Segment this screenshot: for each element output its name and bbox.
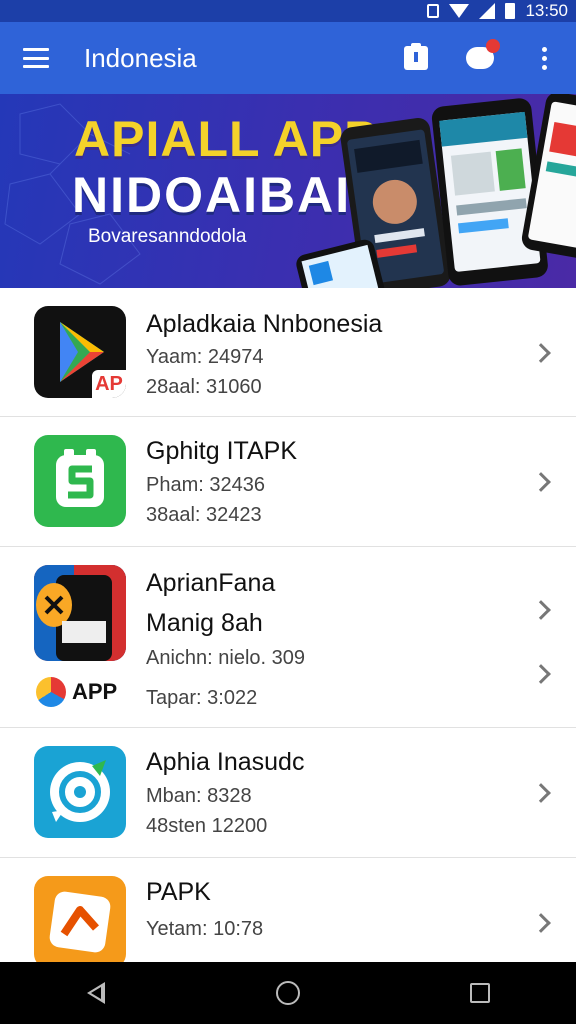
recents-button[interactable] — [440, 962, 520, 1024]
app-meta-1: Mban: 8328 — [146, 785, 252, 807]
app-meta-1: Pham: 32436 — [146, 474, 265, 496]
app-meta-2: 28aal: 31060 — [146, 376, 262, 398]
more-options-icon — [541, 46, 547, 70]
recents-icon — [470, 983, 490, 1003]
app-title: PAPK — [146, 878, 211, 906]
list-item[interactable]: AP Apladkaia Nnbonesia Yaam: 24974 28aal… — [0, 288, 576, 417]
back-icon — [87, 982, 105, 1004]
list-item[interactable]: Gphitg ITAPK Pham: 32436 38aal: 32423 — [0, 417, 576, 547]
hamburger-menu-icon — [23, 48, 49, 68]
app-brand-label: APP — [72, 679, 118, 704]
app-title: Aphia Inasudc — [146, 748, 305, 776]
app-meta-2: 48sten 12200 — [146, 815, 268, 837]
clipboard-icon — [404, 43, 428, 70]
chevron-right-icon — [531, 913, 551, 933]
chat-notification-icon — [466, 39, 500, 69]
clipboard-button[interactable] — [384, 22, 448, 94]
app-meta-2: 38aal: 32423 — [146, 504, 262, 526]
wifi-icon — [449, 4, 470, 18]
signal-icon — [479, 3, 496, 19]
orange-app-icon — [34, 876, 126, 968]
chevron-right-icon — [531, 783, 551, 803]
promo-banner[interactable]: APIALL APP NIDOAIBAI Bovaresanndodola — [0, 94, 576, 288]
list-item[interactable]: PAPK Yetam: 10:78 — [0, 858, 576, 968]
app-list: AP Apladkaia Nnbonesia Yaam: 24974 28aal… — [0, 288, 576, 968]
ap-badge: AP — [92, 370, 126, 398]
app-title: Apladkaia Nnbonesia — [146, 310, 383, 338]
app-title: Gphitg ITAPK — [146, 437, 297, 465]
app-meta-2: Tapar: 3:022 — [146, 687, 258, 709]
battery-icon — [505, 3, 516, 19]
vibrate-icon — [427, 4, 440, 18]
home-button[interactable] — [248, 962, 328, 1024]
chevron-right-icon — [531, 664, 551, 684]
notification-dot — [486, 39, 500, 53]
menu-button[interactable] — [0, 22, 72, 94]
phones-illustration — [296, 94, 576, 288]
game-app-icon — [34, 565, 126, 661]
green-s-app-icon — [34, 435, 126, 527]
home-icon — [276, 981, 300, 1005]
app-meta-1: Anichn: nielo. 309 — [146, 647, 306, 669]
banner-subtitle: Bovaresanndodola — [88, 226, 247, 247]
chevron-right-icon — [531, 600, 551, 620]
app-meta-1: Yaam: 24974 — [146, 346, 264, 368]
chevron-right-icon — [531, 472, 551, 492]
play-store-icon: AP — [34, 306, 126, 398]
app-meta-1: Yetam: 10:78 — [146, 918, 264, 940]
more-options-button[interactable] — [512, 22, 576, 94]
app-title: AprianFana — [146, 569, 276, 597]
app-brand-logo: APP — [36, 677, 117, 707]
app-brand-icon — [36, 677, 66, 707]
blue-chat-app-icon — [34, 746, 126, 838]
app-title-line2: Manig 8ah — [146, 609, 263, 637]
system-nav-bar — [0, 962, 576, 1024]
status-time: 13:50 — [525, 1, 568, 20]
app-title: Indonesia — [84, 42, 197, 73]
list-item[interactable]: Aphia Inasudc Mban: 8328 48sten 12200 — [0, 728, 576, 858]
chat-button[interactable] — [448, 22, 512, 94]
chevron-right-icon — [531, 343, 551, 363]
status-bar: 13:50 — [0, 0, 576, 22]
back-button[interactable] — [56, 962, 136, 1024]
list-item[interactable]: APP AprianFana Manig 8ah Anichn: nielo. … — [0, 547, 576, 728]
app-bar: Indonesia — [0, 22, 576, 94]
